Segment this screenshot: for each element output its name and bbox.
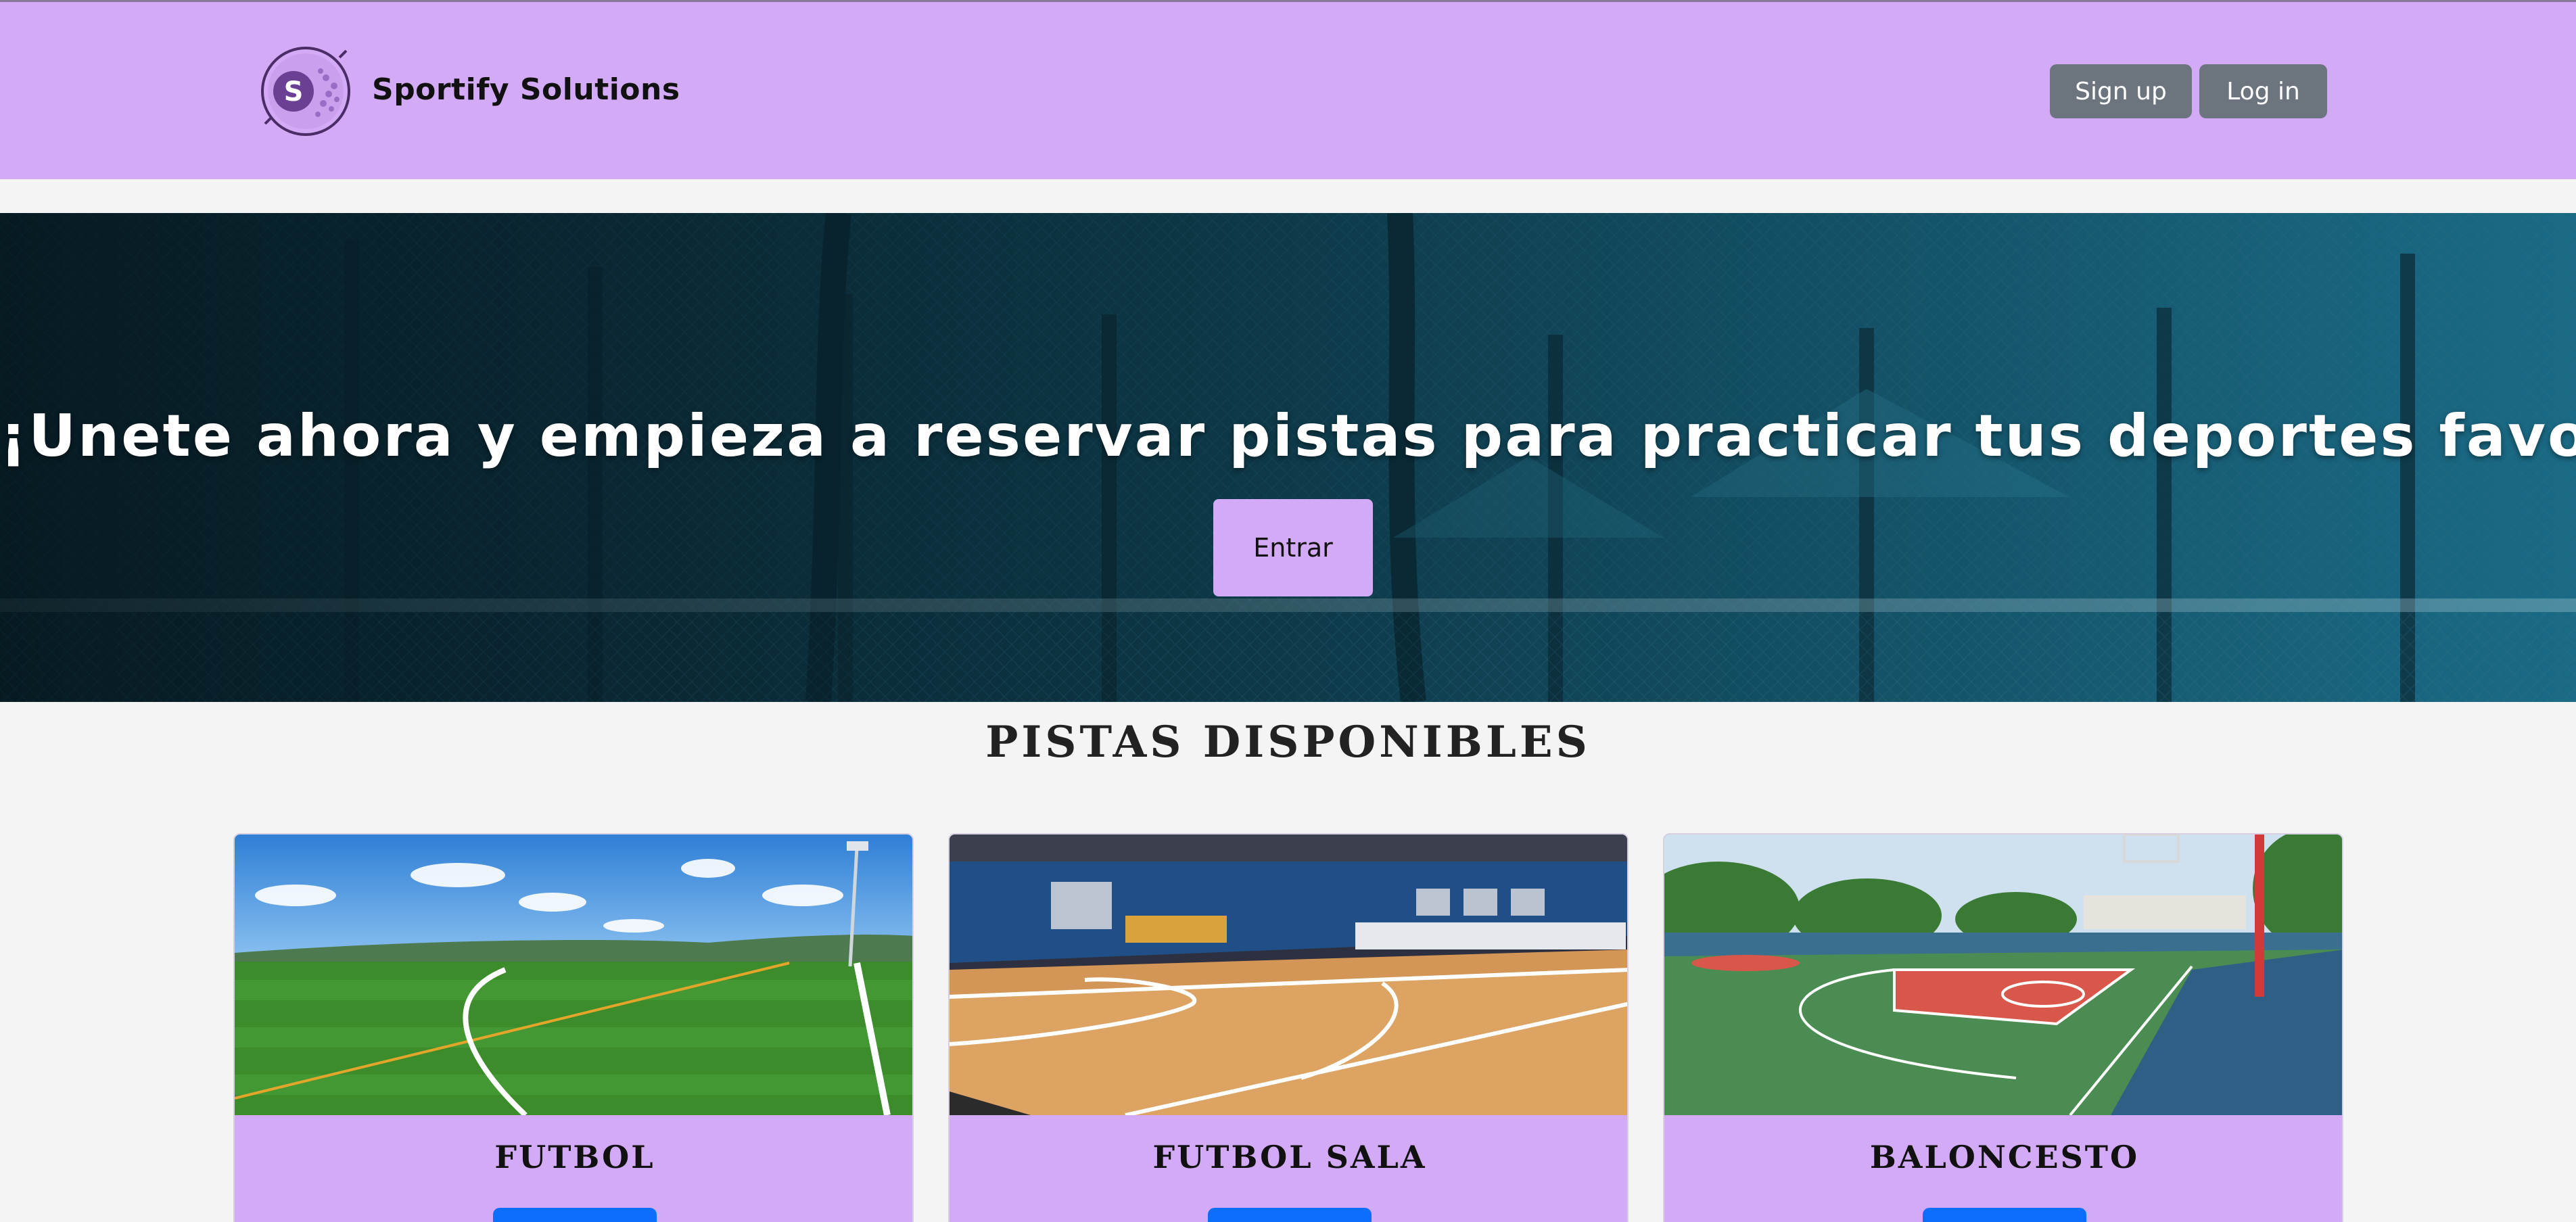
brand-name[interactable]: Sportify Solutions xyxy=(372,72,680,107)
court-card-futbol-sala: FUTBOL SALA xyxy=(948,833,1629,1222)
court-reserve-button[interactable] xyxy=(1923,1208,2086,1222)
signup-button[interactable]: Sign up xyxy=(2050,64,2192,118)
court-reserve-button[interactable] xyxy=(493,1208,657,1222)
court-name: FUTBOL SALA xyxy=(1152,1139,1427,1175)
login-button[interactable]: Log in xyxy=(2199,64,2327,118)
enter-button[interactable]: Entrar xyxy=(1213,499,1373,596)
courts-section-title: PISTAS DISPONIBLES xyxy=(985,717,1591,768)
hero-banner: ¡Unete ahora y empieza a reservar pistas… xyxy=(0,213,2576,702)
court-card-baloncesto: BALONCESTO xyxy=(1663,833,2343,1222)
basketball-court-image xyxy=(1664,835,2342,1115)
court-reserve-button[interactable] xyxy=(1208,1208,1372,1222)
football-field-image xyxy=(235,835,912,1115)
indoor-court-image xyxy=(950,835,1627,1115)
site-header: S Sportify Solutions Sign up Log in xyxy=(0,0,2576,179)
court-name: BALONCESTO xyxy=(1869,1139,2140,1175)
court-card-futbol: FUTBOL xyxy=(233,833,914,1222)
hero-heading: ¡Unete ahora y empieza a reservar pistas… xyxy=(0,402,2576,470)
court-name: FUTBOL xyxy=(494,1139,655,1175)
logo-letter: S xyxy=(284,76,304,108)
sportify-logo-icon[interactable]: S xyxy=(258,44,353,139)
